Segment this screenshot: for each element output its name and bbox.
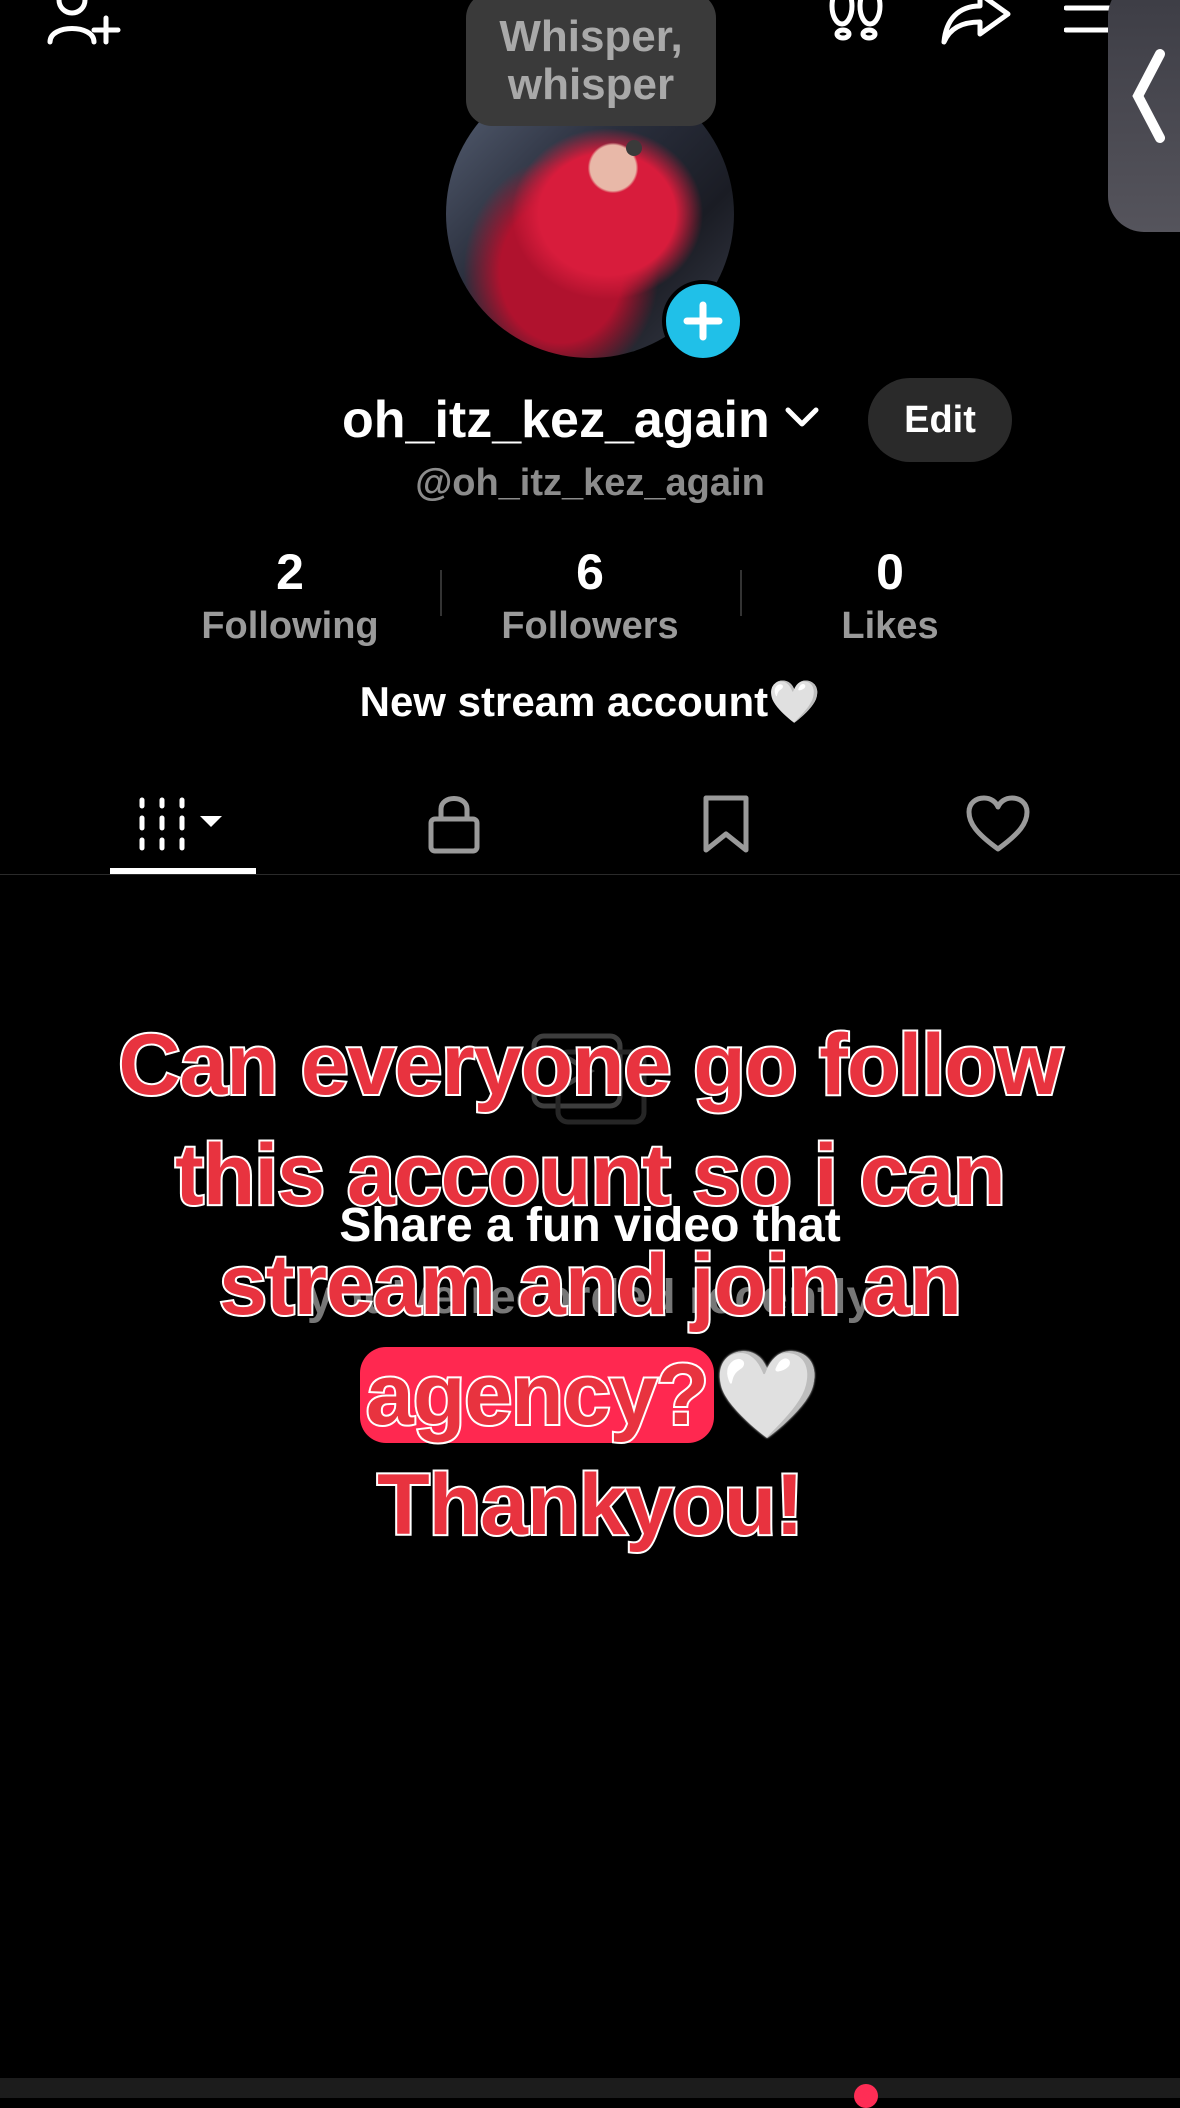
tab-saved[interactable] bbox=[646, 776, 806, 876]
tab-liked[interactable] bbox=[918, 776, 1078, 876]
tooltip-pointer bbox=[626, 140, 642, 156]
whisper-line-1: Whisper, bbox=[499, 12, 683, 61]
notification-dot bbox=[854, 2084, 878, 2108]
bottom-nav-bar bbox=[0, 2078, 1180, 2098]
share-icon[interactable] bbox=[940, 0, 1012, 46]
lock-icon bbox=[426, 793, 482, 860]
bookmark-icon bbox=[702, 794, 750, 859]
profile-bio: New stream account🤍 bbox=[359, 678, 821, 725]
likes-label: Likes bbox=[841, 605, 939, 647]
whisper-tooltip[interactable]: Whisper, whisper bbox=[466, 0, 716, 126]
stat-followers[interactable]: 6 Followers bbox=[460, 540, 720, 648]
profile-name-row: oh_itz_kez_again Edit bbox=[0, 378, 1180, 462]
whisper-line-2: whisper bbox=[507, 60, 675, 109]
stat-likes[interactable]: 0 Likes bbox=[760, 540, 1020, 648]
footprints-icon[interactable] bbox=[826, 0, 886, 46]
tabs-divider bbox=[0, 874, 1180, 875]
followers-label: Followers bbox=[501, 605, 679, 647]
side-panel-tab[interactable] bbox=[1108, 0, 1180, 232]
followers-count: 6 bbox=[576, 544, 604, 600]
profile-handle: @oh_itz_kez_again bbox=[415, 462, 765, 504]
caption-line-3: stream and join an bbox=[217, 1235, 964, 1335]
add-friend-icon[interactable] bbox=[46, 0, 124, 50]
username[interactable]: oh_itz_kez_again bbox=[342, 384, 770, 456]
tab-videos[interactable] bbox=[102, 776, 262, 876]
menu-icon[interactable] bbox=[1064, 0, 1112, 40]
following-label: Following bbox=[201, 605, 379, 647]
stat-following[interactable]: 2 Following bbox=[160, 540, 420, 648]
tab-private[interactable] bbox=[374, 776, 534, 876]
caption-line-2: this account so i can bbox=[173, 1125, 1008, 1225]
caption-line-1: Can everyone go follow bbox=[116, 1015, 1064, 1115]
heart-icon bbox=[966, 795, 1030, 858]
following-count: 2 bbox=[276, 544, 304, 600]
likes-count: 0 bbox=[876, 544, 904, 600]
caption-line-4: agency?🤍 bbox=[40, 1340, 1140, 1450]
stat-divider bbox=[740, 570, 742, 616]
stat-divider bbox=[440, 570, 442, 616]
caption-highlight: agency? bbox=[359, 1345, 714, 1445]
edit-profile-button[interactable]: Edit bbox=[868, 378, 1012, 462]
grid-icon bbox=[134, 794, 230, 859]
caption-line-5: Thankyou! bbox=[375, 1455, 806, 1555]
add-story-button[interactable] bbox=[662, 280, 744, 362]
chevron-down-icon[interactable] bbox=[784, 406, 820, 435]
caption-heart: 🤍 bbox=[713, 1347, 821, 1443]
overlay-caption: Can everyone go follow this account so i… bbox=[40, 1010, 1140, 1560]
